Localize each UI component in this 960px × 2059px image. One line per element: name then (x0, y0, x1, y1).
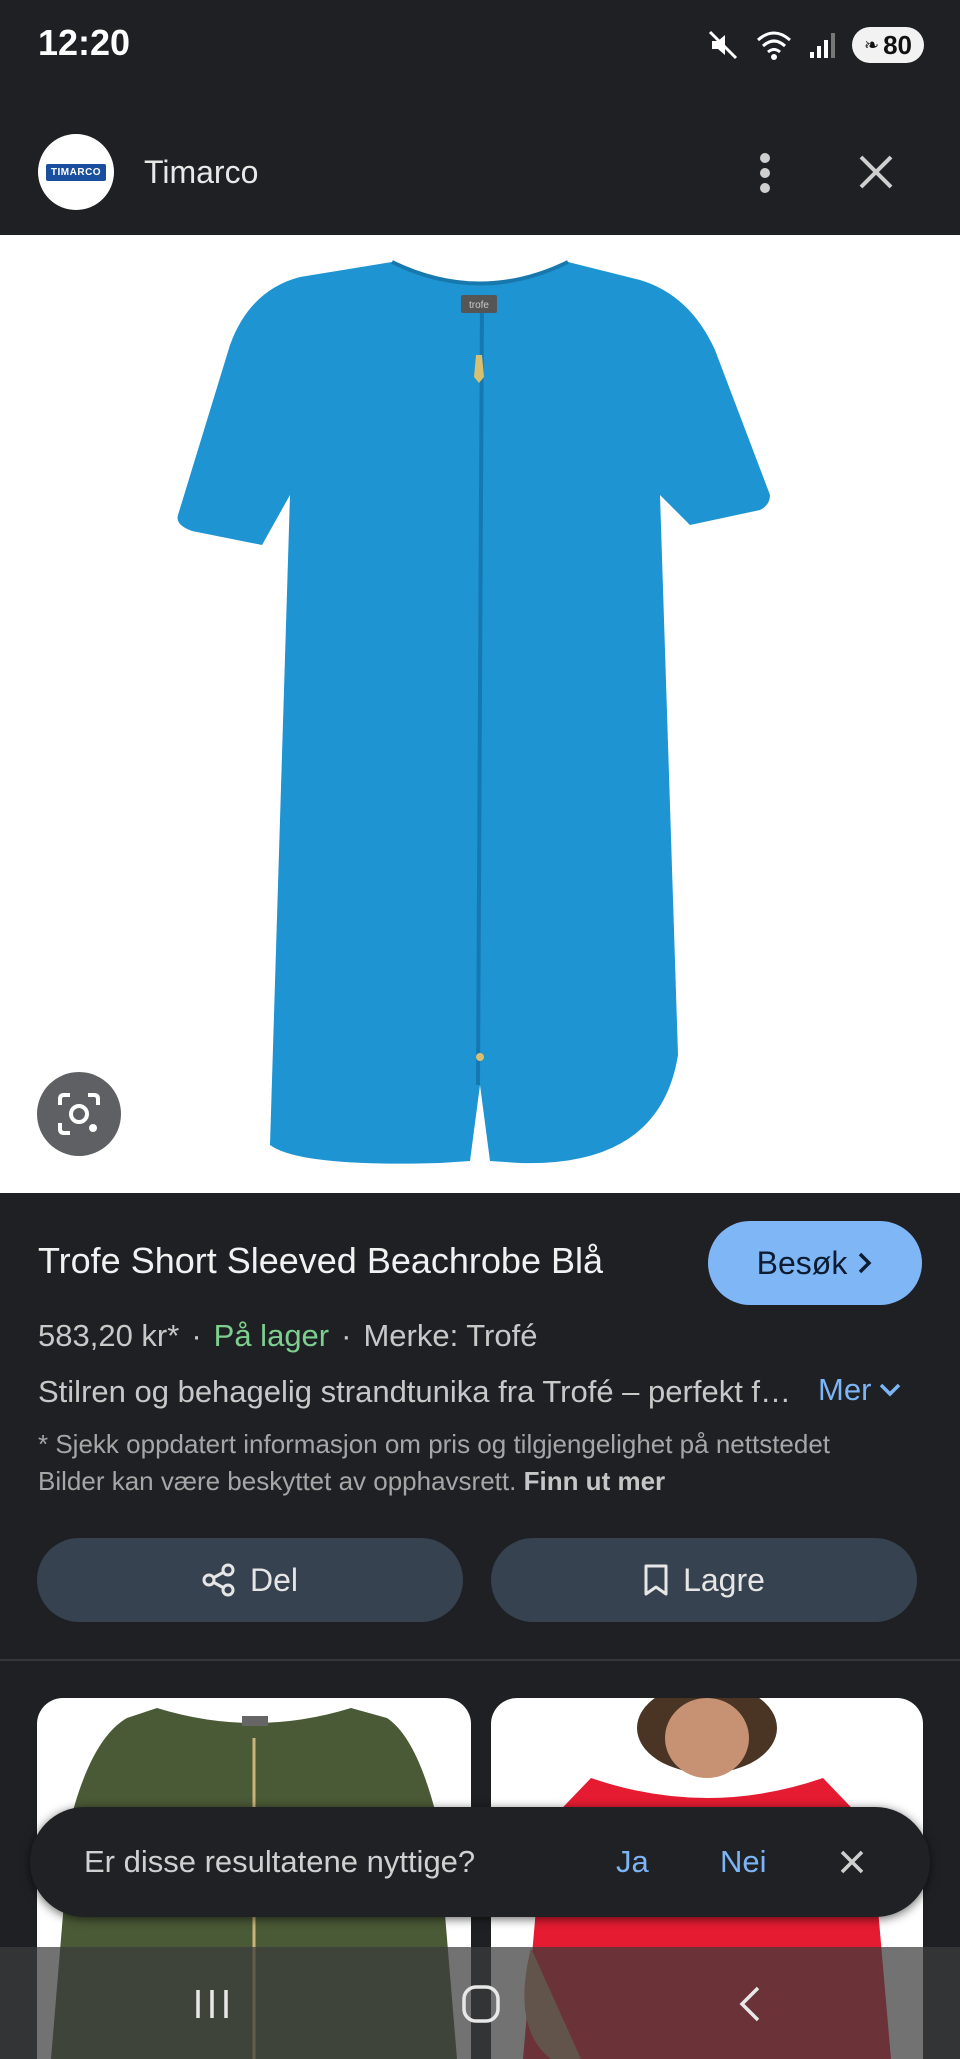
disclaimer-text: * Sjekk oppdatert informasjon om pris og… (38, 1429, 831, 1496)
more-button[interactable]: Mer (818, 1372, 901, 1408)
site-logo-text: TIMARCO (45, 163, 107, 181)
status-icons: ❧ 80 (706, 22, 924, 68)
leaf-icon: ❧ (863, 34, 880, 55)
visit-button[interactable]: Besøk (708, 1221, 922, 1305)
dismiss-feedback-button[interactable] (830, 1840, 874, 1884)
back-icon (739, 1986, 760, 2022)
feedback-yes-button[interactable]: Ja (616, 1844, 649, 1880)
brand-tag: trofe (469, 300, 489, 311)
product-description: Stilren og behagelig strandtunika fra Tr… (38, 1374, 808, 1409)
close-icon (840, 1850, 864, 1874)
status-bar: 12:20 ❧ 80 (0, 0, 960, 95)
robe-illustration: trofe (177, 260, 771, 1164)
product-image[interactable]: trofe (0, 235, 960, 1193)
chevron-down-icon (880, 1383, 901, 1397)
share-icon (202, 1563, 235, 1597)
lens-search-button[interactable] (37, 1072, 121, 1156)
site-name[interactable]: Timarco (144, 154, 258, 191)
home-icon (462, 1985, 500, 2023)
battery-level: 80 (883, 29, 912, 60)
mute-icon (708, 30, 738, 60)
separator-dot: · (191, 1318, 202, 1353)
feedback-no-button[interactable]: Nei (720, 1844, 767, 1880)
product-price: 583,20 kr* (38, 1318, 180, 1353)
bookmark-icon (644, 1564, 668, 1596)
source-header: TIMARCO Timarco (0, 110, 960, 235)
more-vert-icon (760, 153, 770, 193)
product-title: Trofe Short Sleeved Beachrobe Blå (38, 1240, 603, 1281)
recents-icon (196, 1990, 228, 2018)
wifi-icon (757, 31, 791, 60)
google-lens-icon (58, 1093, 100, 1135)
signal-icon (810, 33, 835, 58)
share-label: Del (249, 1561, 298, 1598)
close-button[interactable] (850, 146, 902, 198)
visit-label: Besøk (756, 1244, 848, 1281)
product-meta: 583,20 kr* · På lager · Merke: Trofé (38, 1318, 537, 1354)
feedback-question: Er disse resultatene nyttige? (84, 1844, 476, 1879)
stock-status: På lager (213, 1318, 330, 1353)
separator-dot: · (341, 1318, 352, 1353)
status-time: 12:20 (38, 22, 131, 63)
feedback-snackbar: Er disse resultatene nyttige? Ja Nei (30, 1807, 930, 1917)
section-divider (0, 1659, 960, 1661)
system-nav-bar (0, 1947, 960, 2059)
save-button[interactable]: Lagre (491, 1538, 917, 1622)
back-button[interactable] (720, 1977, 780, 2031)
product-brand: Merke: Trofé (363, 1318, 538, 1353)
home-button[interactable] (451, 1977, 511, 2031)
close-icon (859, 155, 893, 189)
more-options-button[interactable] (740, 146, 790, 200)
site-logo[interactable]: TIMARCO (38, 134, 114, 210)
more-label: Mer (818, 1372, 872, 1407)
share-button[interactable]: Del (37, 1538, 463, 1622)
chevron-right-icon (859, 1252, 872, 1274)
disclaimer: * Sjekk oppdatert informasjon om pris og… (38, 1426, 898, 1500)
save-label: Lagre (683, 1561, 765, 1598)
learn-more-link[interactable]: Finn ut mer (524, 1466, 666, 1496)
battery-indicator: ❧ 80 (852, 27, 924, 63)
recent-apps-button[interactable] (182, 1977, 242, 2031)
